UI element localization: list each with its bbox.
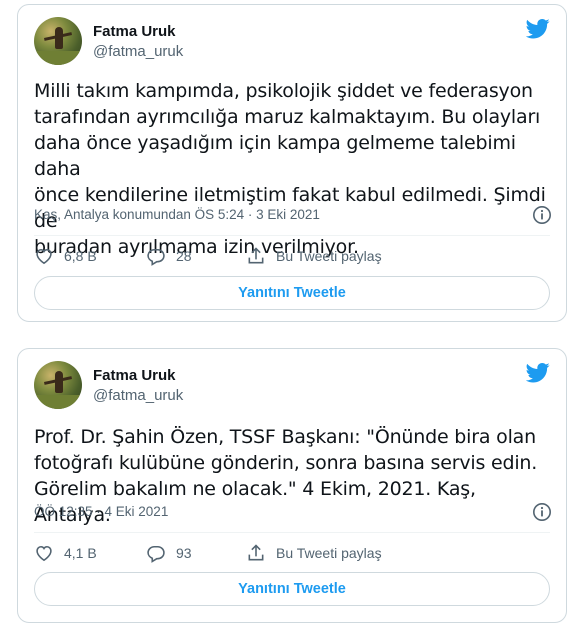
reply-tweet-button[interactable]: Yanıtını Tweetle [34,572,550,606]
tweet-text-line: tarafından ayrımcılığa maruz kalmaktayım… [34,106,541,128]
divider [34,235,550,236]
reply-count: 93 [176,545,192,561]
divider [34,532,550,533]
info-icon[interactable] [532,205,552,225]
comment-icon [147,248,165,266]
tweet-text-line: Milli takım kampımda, psikolojik şiddet … [34,80,533,102]
tweet-text-line: Görelim bakalım ne olacak." 4 Ekim, 2021… [34,478,476,526]
author-name[interactable]: Fatma Uruk [93,367,176,384]
like-button[interactable]: 6,8 B [34,246,124,266]
heart-icon [36,248,52,265]
tweet-timestamp[interactable]: Kaş, Antalya konumundan ÖS 5:24 · 3 Eki … [34,207,320,222]
author-handle[interactable]: @fatma_uruk [93,387,183,404]
info-icon[interactable] [532,502,552,522]
twitter-bird-icon[interactable] [526,363,550,383]
comment-icon [147,545,165,563]
tweet-text-line: Prof. Dr. Şahin Özen, TSSF Başkanı: "Önü… [34,426,536,448]
tweet-card[interactable]: Fatma Uruk @fatma_uruk Prof. Dr. Şahin Ö… [17,348,567,623]
author-handle[interactable]: @fatma_uruk [93,43,183,60]
like-count: 6,8 B [64,248,97,264]
share-button[interactable]: Bu Tweeti paylaş [246,543,382,563]
share-label: Bu Tweeti paylaş [276,248,382,264]
share-label: Bu Tweeti paylaş [276,545,382,561]
twitter-bird-icon[interactable] [526,19,550,39]
tweet-timestamp[interactable]: ÖÖ 12:35 · 4 Eki 2021 [34,504,168,519]
reply-tweet-button[interactable]: Yanıtını Tweetle [34,276,550,310]
action-bar: 6,8 B 28 Bu Tweeti paylaş [34,244,550,268]
tweet-text: Milli takım kampımda, psikolojik şiddet … [34,78,550,260]
heart-icon [36,545,52,562]
tweet-text-line: daha önce yaşadığım için kampa gelmeme t… [34,132,516,180]
reply-button[interactable]: 93 [146,543,224,563]
reply-button[interactable]: 28 [146,246,224,266]
tweet-text-line: fotoğrafı kulübüne gönderin, sonra basın… [34,452,538,474]
action-bar: 4,1 B 93 Bu Tweeti paylaş [34,541,550,565]
share-button[interactable]: Bu Tweeti paylaş [246,246,382,266]
share-icon [248,247,264,264]
reply-count: 28 [176,248,192,264]
share-icon [248,544,264,561]
author-name[interactable]: Fatma Uruk [93,23,176,40]
like-count: 4,1 B [64,545,97,561]
tweet-card[interactable]: Fatma Uruk @fatma_uruk Milli takım kampı… [17,4,567,322]
avatar[interactable] [34,17,82,65]
like-button[interactable]: 4,1 B [34,543,124,563]
avatar[interactable] [34,361,82,409]
